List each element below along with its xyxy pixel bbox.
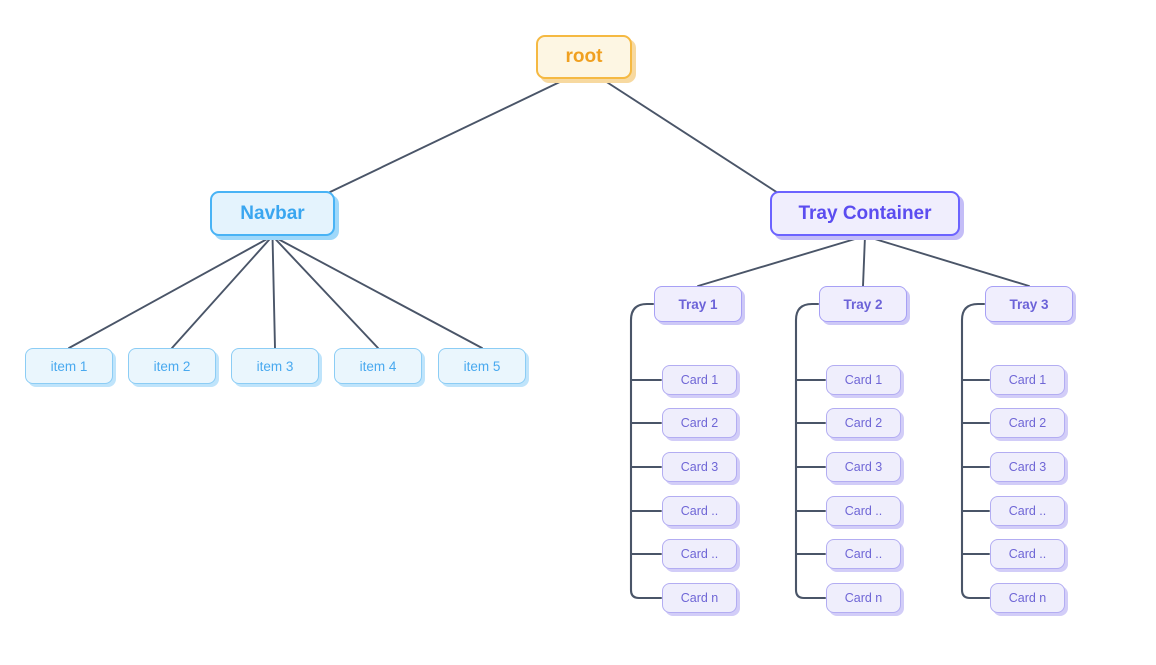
edge-navbar-item-2: [171, 235, 274, 349]
node-item-4[interactable]: item 4: [334, 348, 422, 384]
node-item-3[interactable]: item 3: [231, 348, 319, 384]
node-root-label: root: [565, 46, 603, 67]
node-tray-2-card-4-label: Card ..: [844, 504, 883, 518]
edge-navbar-item-1: [68, 235, 274, 349]
node-tray-2-card-2-label: Card 2: [844, 416, 883, 430]
node-tray-3-card-1[interactable]: Card 1: [990, 365, 1065, 395]
edge-tray-container-tray-1: [697, 235, 866, 287]
node-tray-1-card-3-label: Card 3: [680, 460, 719, 474]
node-tray-1-card-1-label: Card 1: [680, 373, 719, 387]
node-tray-2-card-3[interactable]: Card 3: [826, 452, 901, 482]
node-item-2-label: item 2: [153, 358, 191, 374]
node-tray-1-card-3[interactable]: Card 3: [662, 452, 737, 482]
node-tray-1-card-6-label: Card n: [680, 591, 719, 605]
node-root[interactable]: root: [536, 35, 632, 79]
node-tray-3-card-4[interactable]: Card ..: [990, 496, 1065, 526]
node-tray-2-label: Tray 2: [843, 296, 883, 312]
node-tray-3-card-6-label: Card n: [1008, 591, 1047, 605]
edge-navbar-item-4: [271, 235, 379, 349]
node-tray-1-card-2-label: Card 2: [680, 416, 719, 430]
node-item-2[interactable]: item 2: [128, 348, 216, 384]
node-tray-container-label: Tray Container: [798, 202, 932, 224]
node-tray-1-label: Tray 1: [678, 296, 718, 312]
node-item-5[interactable]: item 5: [438, 348, 526, 384]
edge-layer: [68, 78, 1030, 600]
node-tray-2-card-6[interactable]: Card n: [826, 583, 901, 613]
edge-navbar-item-3: [271, 235, 276, 349]
edge-tray-1-trunk: [629, 302, 663, 600]
node-tray-2-card-1-label: Card 1: [844, 373, 883, 387]
node-item-5-label: item 5: [463, 358, 501, 374]
node-tray-2-card-4[interactable]: Card ..: [826, 496, 901, 526]
node-tray-3-card-5[interactable]: Card ..: [990, 539, 1065, 569]
edge-tray-container-tray-2: [862, 235, 866, 287]
node-tray-2-card-1[interactable]: Card 1: [826, 365, 901, 395]
node-tray-2-card-6-label: Card n: [844, 591, 883, 605]
node-tray-3-card-3-label: Card 3: [1008, 460, 1047, 474]
node-tray-1-card-4-label: Card ..: [680, 504, 719, 518]
node-navbar[interactable]: Navbar: [210, 191, 335, 236]
node-tray-1[interactable]: Tray 1: [654, 286, 742, 322]
edge-tray-3-trunk: [960, 302, 991, 600]
node-item-3-label: item 3: [256, 358, 294, 374]
node-tray-3-card-1-label: Card 1: [1008, 373, 1047, 387]
node-tray-3-card-6[interactable]: Card n: [990, 583, 1065, 613]
edge-root-tray-container: [601, 78, 779, 194]
edge-tray-container-tray-3: [864, 235, 1030, 287]
node-tray-2-card-5[interactable]: Card ..: [826, 539, 901, 569]
edge-root-navbar: [327, 78, 567, 194]
node-tray-1-card-6[interactable]: Card n: [662, 583, 737, 613]
node-tray-container[interactable]: Tray Container: [770, 191, 960, 236]
node-tray-2-card-3-label: Card 3: [844, 460, 883, 474]
node-tray-1-card-5-label: Card ..: [680, 547, 719, 561]
node-navbar-label: Navbar: [240, 202, 305, 224]
node-tray-2-card-2[interactable]: Card 2: [826, 408, 901, 438]
node-tray-1-card-5[interactable]: Card ..: [662, 539, 737, 569]
node-item-1-label: item 1: [50, 358, 88, 374]
node-tray-3-card-4-label: Card ..: [1008, 504, 1047, 518]
node-tray-3[interactable]: Tray 3: [985, 286, 1073, 322]
node-tray-3-card-3[interactable]: Card 3: [990, 452, 1065, 482]
node-tray-2-card-5-label: Card ..: [844, 547, 883, 561]
node-tray-3-card-5-label: Card ..: [1008, 547, 1047, 561]
node-tray-3-label: Tray 3: [1009, 296, 1049, 312]
diagram-canvas: root Navbar Tray Container item 1 item 2 item…: [0, 0, 1156, 665]
node-tray-3-card-2[interactable]: Card 2: [990, 408, 1065, 438]
node-item-4-label: item 4: [359, 358, 397, 374]
node-tray-1-card-2[interactable]: Card 2: [662, 408, 737, 438]
node-tray-3-card-2-label: Card 2: [1008, 416, 1047, 430]
node-tray-1-card-4[interactable]: Card ..: [662, 496, 737, 526]
node-tray-1-card-1[interactable]: Card 1: [662, 365, 737, 395]
node-tray-2[interactable]: Tray 2: [819, 286, 907, 322]
edge-navbar-item-5: [271, 235, 483, 349]
node-item-1[interactable]: item 1: [25, 348, 113, 384]
edge-tray-2-trunk: [794, 302, 827, 600]
